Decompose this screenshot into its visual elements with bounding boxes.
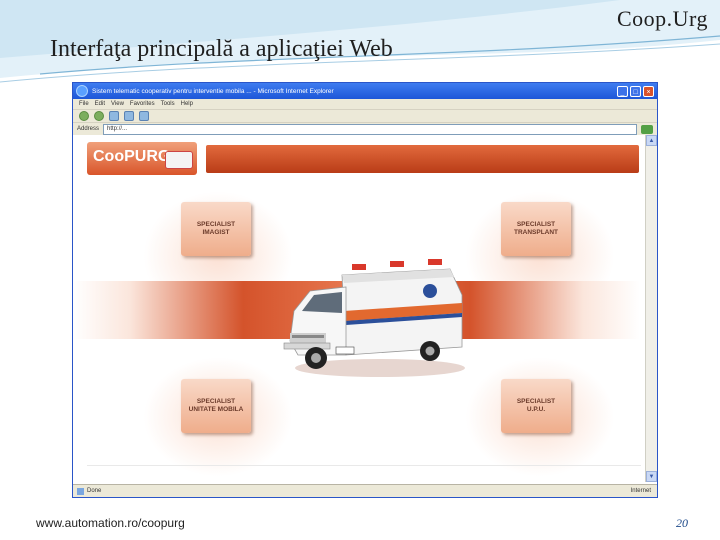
browser-window: Sistem telematic cooperativ pentru inter… [72, 82, 658, 498]
ambulance-image [283, 259, 465, 377]
back-icon[interactable] [79, 111, 89, 121]
specialist-transplant-button[interactable]: SPECIALIST TRANSPLANT [501, 202, 571, 256]
menu-favorites[interactable]: Favorites [130, 101, 155, 107]
specialist-upu-label: SPECIALIST U.P.U. [516, 398, 556, 413]
menu-bar: File Edit View Favorites Tools Help [73, 99, 657, 110]
page-done-icon [77, 487, 84, 495]
refresh-icon[interactable] [124, 111, 134, 121]
menu-edit[interactable]: Edit [95, 101, 105, 107]
status-bar: Done Internet [73, 484, 657, 497]
window-titlebar[interactable]: Sistem telematic cooperativ pentru inter… [73, 83, 657, 99]
specialist-unitate-mobila-label: SPECIALIST UNITATE MOBILA [188, 398, 244, 413]
coopurg-logo[interactable]: CooPURG [87, 142, 197, 175]
window-title: Sistem telematic cooperativ pentru inter… [92, 87, 334, 95]
vertical-scrollbar[interactable]: ▲ ▼ [645, 135, 657, 482]
specialist-upu-button[interactable]: SPECIALIST U.P.U. [501, 379, 571, 433]
minimize-button[interactable]: _ [617, 85, 628, 97]
scroll-down-icon[interactable]: ▼ [646, 471, 657, 482]
specialist-imagist-label: SPECIALIST IMAGIST [196, 221, 236, 236]
address-input[interactable]: http://... [103, 123, 637, 135]
close-button[interactable]: × [643, 85, 654, 97]
toolbar [73, 110, 657, 123]
status-zone: Internet [630, 488, 651, 494]
specialist-transplant-label: SPECIALIST TRANSPLANT [513, 221, 559, 236]
stop-icon[interactable] [109, 111, 119, 121]
menu-file[interactable]: File [79, 101, 89, 107]
logo-text: CooPURG [93, 148, 171, 165]
menu-tools[interactable]: Tools [161, 101, 175, 107]
maximize-button[interactable]: □ [630, 85, 641, 97]
slide-number: 20 [676, 516, 688, 530]
slide-title: Interfaţa principală a aplicaţiei Web [50, 36, 393, 62]
divider [87, 465, 641, 466]
address-label: Address [77, 126, 100, 132]
menu-view[interactable]: View [111, 101, 124, 107]
slide-brand: Coop.Urg [617, 6, 708, 31]
scroll-up-icon[interactable]: ▲ [646, 135, 657, 146]
ie-icon [76, 85, 88, 97]
footer-url: www.automation.ro/coopurg [36, 516, 185, 530]
specialist-unitate-mobila-button[interactable]: SPECIALIST UNITATE MOBILA [181, 379, 251, 433]
go-button[interactable] [641, 124, 653, 134]
status-text: Done [87, 488, 102, 494]
forward-icon[interactable] [94, 111, 104, 121]
page-content: CooPURG SPECIALIST IMAGIST SPECIALIST TR… [73, 135, 645, 482]
specialist-imagist-button[interactable]: SPECIALIST IMAGIST [181, 202, 251, 256]
menu-help[interactable]: Help [181, 101, 193, 107]
ambulance-logo-icon [165, 151, 193, 169]
header-band [206, 145, 639, 173]
home-icon[interactable] [139, 111, 149, 121]
